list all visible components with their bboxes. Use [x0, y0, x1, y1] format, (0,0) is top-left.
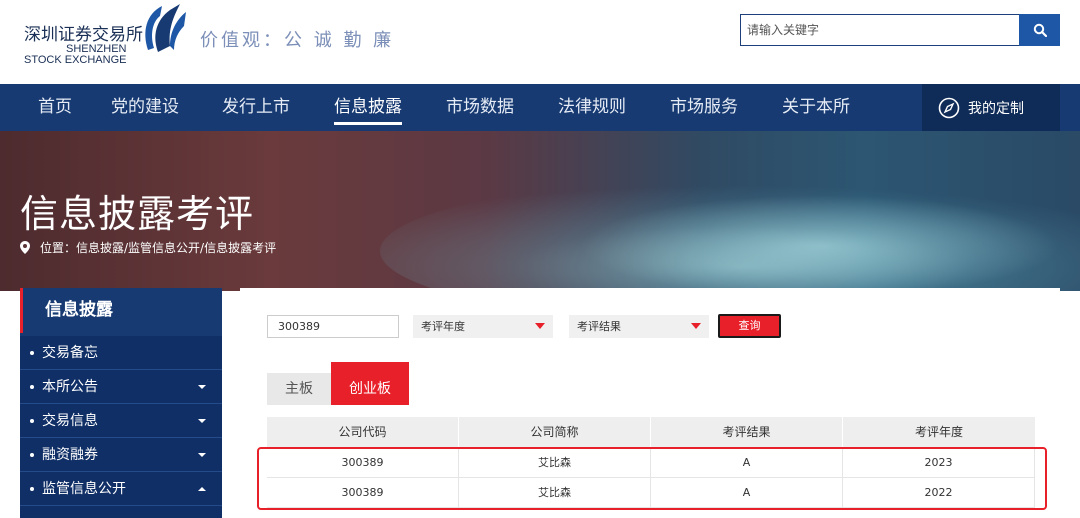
nav-item-services[interactable]: 市场服务	[670, 84, 738, 131]
site-header: 深圳证券交易所 SHENZHEN STOCK EXCHANGE 价值观：公 诚 …	[0, 0, 1080, 84]
query-button[interactable]: 查询	[718, 314, 781, 338]
chevron-down-icon	[198, 453, 206, 457]
table-header: 公司代码 公司简称 考评结果 考评年度	[267, 417, 1035, 448]
sidebar-item-announcements[interactable]: 本所公告	[20, 370, 222, 404]
sidebar-heading[interactable]: 信息披露	[20, 288, 222, 333]
sidebar-item-label: 交易备忘	[42, 345, 98, 361]
tab-main-board[interactable]: 主板	[267, 373, 331, 405]
nav-item-market-data[interactable]: 市场数据	[446, 84, 514, 131]
dropdown-arrow-icon	[691, 323, 701, 329]
column-header: 考评年度	[843, 417, 1035, 448]
nav-item-about[interactable]: 关于本所	[782, 84, 850, 131]
chevron-down-icon	[198, 385, 206, 389]
logo-english-line2: STOCK EXCHANGE	[24, 54, 127, 66]
table-cell: 艾比森	[459, 448, 651, 478]
bullet-icon	[30, 419, 34, 423]
my-custom-label: 我的定制	[968, 100, 1024, 117]
year-select[interactable]: 考评年度	[413, 315, 553, 338]
chevron-up-icon	[198, 487, 206, 491]
sidebar-item-trading-info[interactable]: 交易信息	[20, 404, 222, 438]
sidebar-item-margin-trading[interactable]: 融资融券	[20, 438, 222, 472]
result-select[interactable]: 考评结果	[569, 315, 709, 338]
sidebar-item-trading-memo[interactable]: 交易备忘	[20, 336, 222, 370]
table-cell: 300389	[267, 448, 459, 478]
breadcrumb: 位置：信息披露/监管信息公开/信息披露考评	[20, 239, 276, 256]
bullet-icon	[30, 385, 34, 389]
search-box	[740, 14, 1020, 46]
sidebar-item-label: 本所公告	[42, 379, 98, 395]
result-select-label: 考评结果	[577, 320, 621, 333]
column-header: 考评结果	[651, 417, 843, 448]
main-nav: 首页 党的建设 发行上市 信息披露 市场数据 法律规则 市场服务 关于本所	[0, 84, 1080, 131]
chevron-down-icon	[198, 419, 206, 423]
table-row: 300389 艾比森 A 2023	[267, 448, 1035, 478]
table-cell: 2023	[843, 448, 1035, 478]
sidebar-item-label: 交易信息	[42, 413, 98, 429]
nav-item-rules[interactable]: 法律规则	[558, 84, 626, 131]
nav-item-disclosure[interactable]: 信息披露	[334, 84, 402, 131]
sidebar-item-label: 融资融券	[42, 447, 98, 463]
dropdown-arrow-icon	[535, 323, 545, 329]
table-row: 300389 艾比森 A 2022	[267, 478, 1035, 508]
results-table: 公司代码 公司简称 考评结果 考评年度 300389 艾比森 A 2023 30…	[267, 417, 1035, 508]
szse-logo-icon[interactable]	[140, 2, 190, 54]
column-header: 公司简称	[459, 417, 651, 448]
page-banner: 信息披露考评 位置：信息披露/监管信息公开/信息披露考评	[0, 131, 1080, 291]
table-cell: A	[651, 448, 843, 478]
compass-icon	[938, 97, 960, 118]
search-button[interactable]	[1019, 14, 1060, 46]
slogan: 价值观：公 诚 勤 廉	[200, 30, 395, 51]
column-header: 公司代码	[267, 417, 459, 448]
table-cell: A	[651, 478, 843, 508]
bullet-icon	[30, 487, 34, 491]
nav-item-listing[interactable]: 发行上市	[222, 84, 290, 131]
company-code-input[interactable]: 300389	[267, 315, 399, 338]
search-input[interactable]	[741, 15, 1019, 45]
bullet-icon	[30, 351, 34, 355]
breadcrumb-text[interactable]: 位置：信息披露/监管信息公开/信息披露考评	[40, 239, 276, 256]
table-cell: 300389	[267, 478, 459, 508]
sidebar-item-regulatory-info[interactable]: 监管信息公开	[20, 472, 222, 506]
sidebar-item-label: 监管信息公开	[42, 481, 126, 497]
nav-item-party-building[interactable]: 党的建设	[111, 84, 179, 131]
logo-chinese[interactable]: 深圳证券交易所	[24, 20, 143, 45]
table-cell: 艾比森	[459, 478, 651, 508]
sidebar-list: 交易备忘 本所公告 交易信息 融资融券 监管信息公开	[20, 336, 222, 518]
tab-chinext[interactable]: 创业板	[331, 362, 409, 405]
sidebar: 信息披露 交易备忘 本所公告 交易信息 融资融券 监管信息公开	[20, 288, 222, 518]
main-content: 300389 考评年度 考评结果 查询 主板 创业板 公司代码 公司简称 考评结…	[240, 288, 1060, 518]
page-title: 信息披露考评	[20, 192, 255, 236]
location-pin-icon	[20, 241, 30, 254]
bullet-icon	[30, 453, 34, 457]
year-select-label: 考评年度	[421, 320, 465, 333]
nav-item-home[interactable]: 首页	[38, 84, 72, 131]
search-icon	[1033, 23, 1047, 37]
table-cell: 2022	[843, 478, 1035, 508]
my-custom-button[interactable]: 我的定制	[922, 84, 1060, 131]
banner-decoration-glow	[560, 191, 1080, 291]
